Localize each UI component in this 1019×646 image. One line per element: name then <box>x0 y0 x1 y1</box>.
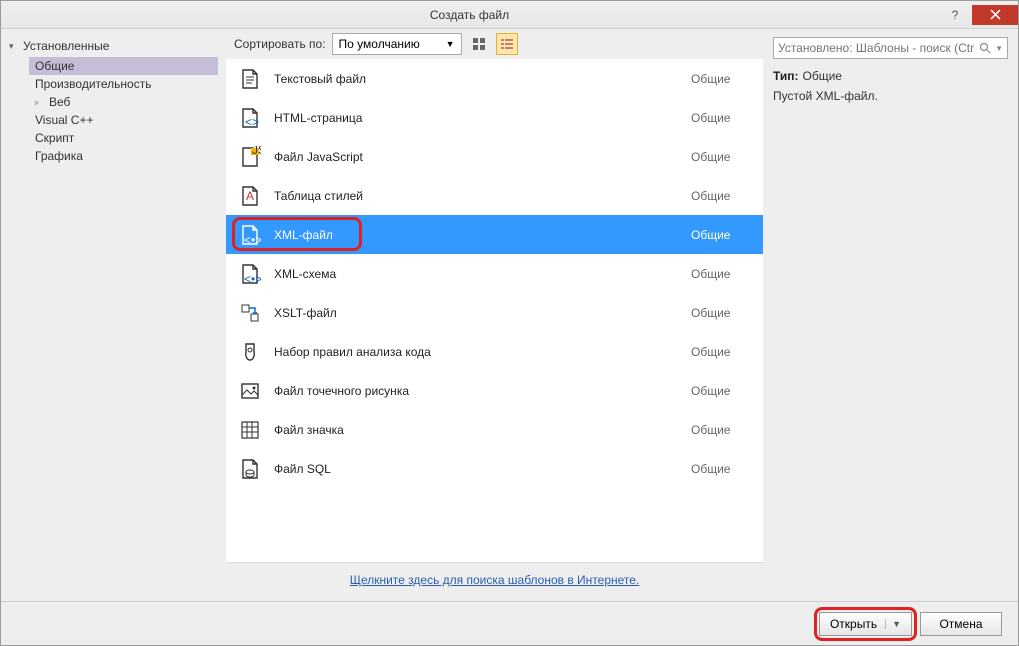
template-row[interactable]: Файл точечного рисунка Общие <box>226 371 763 410</box>
close-icon[interactable] <box>972 5 1018 25</box>
template-row[interactable]: Файл SQL Общие <box>226 449 763 488</box>
template-category: Общие <box>691 306 751 320</box>
template-row[interactable]: <•> XML-схема Общие <box>226 254 763 293</box>
chevron-down-icon: ▾ <box>9 41 19 52</box>
template-category: Общие <box>691 267 751 281</box>
svg-text:<•>: <•> <box>244 272 261 285</box>
sidebar-item-label: Веб <box>49 95 70 109</box>
template-name: Файл значка <box>274 423 679 437</box>
sidebar-item-label: Скрипт <box>35 131 74 145</box>
ruleset-icon <box>238 340 262 364</box>
template-name: XSLT-файл <box>274 306 679 320</box>
xslt-file-icon <box>238 301 262 325</box>
sort-label: Сортировать по: <box>234 37 326 51</box>
sidebar-item-label: Графика <box>35 149 83 163</box>
template-name: Таблица стилей <box>274 189 679 203</box>
template-category: Общие <box>691 345 751 359</box>
template-name: Файл точечного рисунка <box>274 384 679 398</box>
xml-schema-icon: <•> <box>238 262 262 286</box>
sidebar-item[interactable]: Общие <box>29 57 218 75</box>
search-box[interactable]: ▼ <box>773 37 1008 59</box>
sidebar-item[interactable]: Скрипт <box>29 129 218 147</box>
new-file-dialog: Создать файл ? ▾ Установленные Общие Прои… <box>0 0 1019 646</box>
sidebar-group-installed[interactable]: ▾ Установленные <box>9 39 218 53</box>
template-category: Общие <box>691 150 751 164</box>
sort-dropdown[interactable]: По умолчанию ▼ <box>332 33 462 55</box>
template-row[interactable]: Файл значка Общие <box>226 410 763 449</box>
sidebar-item-label: Производительность <box>35 77 151 91</box>
icon-file-icon <box>238 418 262 442</box>
template-name: XML-схема <box>274 267 679 281</box>
svg-text:<>: <> <box>245 115 259 129</box>
sidebar-item-label: Visual C++ <box>35 113 93 127</box>
chevron-down-icon: ▼ <box>885 619 901 629</box>
view-list-button[interactable] <box>496 33 518 55</box>
titlebar: Создать файл ? <box>1 1 1018 29</box>
view-grid-button[interactable] <box>468 33 490 55</box>
template-category: Общие <box>691 189 751 203</box>
sort-value: По умолчанию <box>339 37 420 51</box>
template-category: Общие <box>691 72 751 86</box>
help-icon[interactable]: ? <box>938 5 972 25</box>
open-button[interactable]: Открыть ▼ <box>819 612 912 636</box>
text-file-icon <box>238 67 262 91</box>
template-name: Файл SQL <box>274 462 679 476</box>
chevron-down-icon: ▼ <box>446 39 455 49</box>
template-category: Общие <box>691 111 751 125</box>
chevron-down-icon: ▼ <box>995 44 1003 53</box>
sidebar-group-label: Установленные <box>23 39 109 53</box>
sidebar-item[interactable]: Графика <box>29 147 218 165</box>
template-category: Общие <box>691 423 751 437</box>
template-category: Общие <box>691 462 751 476</box>
search-input[interactable] <box>778 41 975 55</box>
svg-text:JS: JS <box>252 146 261 157</box>
template-row[interactable]: <> HTML-страница Общие <box>226 98 763 137</box>
search-online-link[interactable]: Щелкните здесь для поиска шаблонов в Инт… <box>350 573 640 587</box>
template-row[interactable]: XSLT-файл Общие <box>226 293 763 332</box>
template-description: Пустой XML-файл. <box>773 89 1008 103</box>
template-name: Текстовый файл <box>274 72 679 86</box>
template-row[interactable]: Текстовый файл Общие <box>226 59 763 98</box>
template-panel: Сортировать по: По умолчанию ▼ Текстовый… <box>226 29 763 601</box>
template-list[interactable]: Текстовый файлОбщие<>HTML-страницаОбщиеJ… <box>226 59 763 562</box>
sidebar-item[interactable]: ▹ Веб <box>29 93 218 111</box>
stylesheet-icon: A <box>238 184 262 208</box>
type-label: Тип: <box>773 69 799 83</box>
cancel-button[interactable]: Отмена <box>920 612 1002 636</box>
window-title: Создать файл <box>1 8 938 22</box>
toolbar: Сортировать по: По умолчанию ▼ <box>226 29 763 59</box>
dialog-footer: Открыть ▼ Отмена <box>1 601 1018 645</box>
bitmap-icon <box>238 379 262 403</box>
svg-text:A: A <box>246 189 254 203</box>
sql-file-icon <box>238 457 262 481</box>
chevron-right-icon: ▹ <box>35 98 45 107</box>
sidebar-item[interactable]: Visual C++ <box>29 111 218 129</box>
template-row[interactable]: JS Файл JavaScript Общие <box>226 137 763 176</box>
template-name: XML-файл <box>274 228 679 242</box>
template-row[interactable]: <•> XML-файл Общие <box>226 215 763 254</box>
js-file-icon: JS <box>238 145 262 169</box>
type-value: Общие <box>803 69 842 83</box>
cancel-button-label: Отмена <box>939 617 982 631</box>
info-panel: ▼ Тип: Общие Пустой XML-файл. <box>763 29 1018 601</box>
template-row[interactable]: Набор правил анализа кода Общие <box>226 332 763 371</box>
search-icon <box>979 42 991 54</box>
template-name: Файл JavaScript <box>274 150 679 164</box>
template-category: Общие <box>691 228 751 242</box>
open-button-label: Открыть <box>830 617 877 631</box>
window-controls: ? <box>938 5 1018 25</box>
html-page-icon: <> <box>238 106 262 130</box>
template-row[interactable]: A Таблица стилей Общие <box>226 176 763 215</box>
template-category: Общие <box>691 384 751 398</box>
svg-text:<•>: <•> <box>244 233 261 246</box>
category-sidebar: ▾ Установленные Общие Производительность ▹… <box>1 29 226 601</box>
template-name: Набор правил анализа кода <box>274 345 679 359</box>
template-name: HTML-страница <box>274 111 679 125</box>
online-search-bar: Щелкните здесь для поиска шаблонов в Инт… <box>226 562 763 601</box>
xml-file-icon: <•> <box>238 223 262 247</box>
sidebar-item[interactable]: Производительность <box>29 75 218 93</box>
sidebar-item-label: Общие <box>35 59 74 73</box>
